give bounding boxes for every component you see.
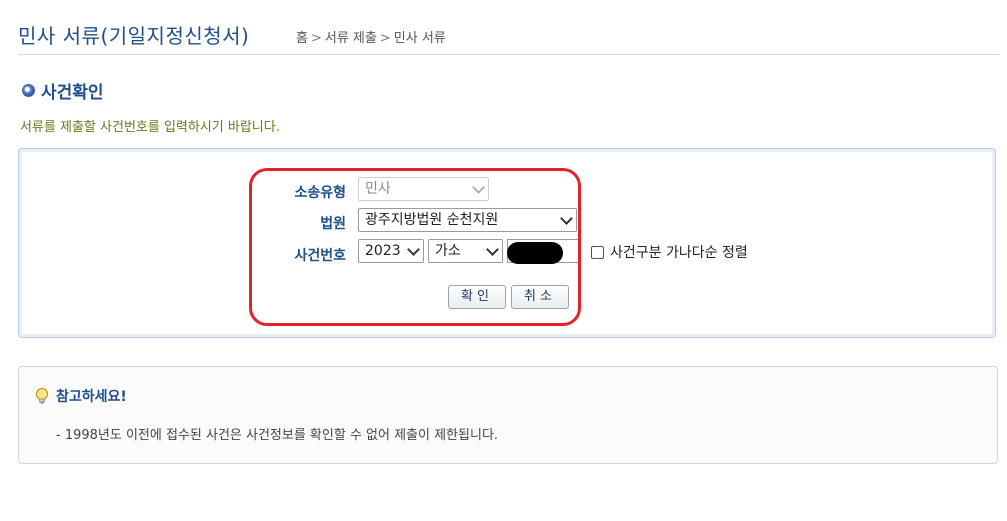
breadcrumb: 홈 > 서류 제출 > 민사 서류 — [296, 27, 446, 46]
chevron-down-icon — [472, 181, 485, 194]
section-title: 사건확인 — [22, 78, 104, 103]
case-type-select[interactable]: 가소 — [428, 239, 503, 263]
court-value: 광주지방법원 순천지원 — [365, 212, 499, 228]
cancel-button[interactable]: 취소 — [511, 285, 569, 309]
lawsuit-type-label: 소송유형 — [294, 185, 346, 201]
case-number-label: 사건번호 — [294, 248, 346, 264]
page-header: 민사 서류(기일지정신청서) 홈 > 서류 제출 > 민사 서류 — [18, 18, 999, 55]
chevron-down-icon — [486, 243, 499, 256]
bullet-circle-icon — [22, 84, 35, 97]
case-year-select[interactable]: 2023 — [358, 239, 424, 263]
page-title: 민사 서류(기일지정신청서) — [18, 24, 250, 48]
chevron-down-icon — [407, 243, 420, 256]
section-title-text: 사건확인 — [41, 83, 104, 103]
redaction-mark — [507, 242, 563, 264]
breadcrumb-separator: > — [310, 31, 322, 46]
page: 민사 서류(기일지정신청서) 홈 > 서류 제출 > 민사 서류 사건확인 서류를 제출… — [0, 0, 1007, 521]
lawsuit-type-select: 민사 — [358, 177, 489, 201]
lawsuit-type-value: 민사 — [365, 181, 391, 197]
breadcrumb-separator: > — [379, 31, 391, 46]
lightbulb-icon — [36, 388, 48, 404]
sort-checkbox-group[interactable]: 사건구분 가나다순 정렬 — [591, 242, 748, 262]
confirm-button[interactable]: 확인 — [448, 285, 506, 309]
sort-checkbox[interactable] — [591, 245, 604, 259]
chevron-down-icon — [560, 212, 573, 225]
notice-title-text: 참고하세요! — [56, 389, 127, 405]
case-year-value: 2023 — [365, 243, 401, 259]
breadcrumb-document-submission[interactable]: 서류 제출 — [325, 31, 377, 46]
court-select[interactable]: 광주지방법원 순천지원 — [358, 208, 577, 232]
instruction-text: 서류를 제출할 사건번호를 입력하시기 바랍니다. — [20, 120, 280, 135]
case-type-value: 가소 — [435, 243, 461, 259]
notice-box — [18, 366, 998, 464]
sort-checkbox-label: 사건구분 가나다순 정렬 — [610, 245, 748, 261]
breadcrumb-civil-documents[interactable]: 민사 서류 — [394, 31, 446, 46]
breadcrumb-home[interactable]: 홈 — [296, 31, 308, 46]
notice-item: - 1998년도 이전에 접수된 사건은 사건정보를 확인할 수 없어 제출이 … — [56, 428, 499, 443]
court-label: 법원 — [320, 216, 346, 232]
notice-title: 참고하세요! — [34, 386, 127, 406]
